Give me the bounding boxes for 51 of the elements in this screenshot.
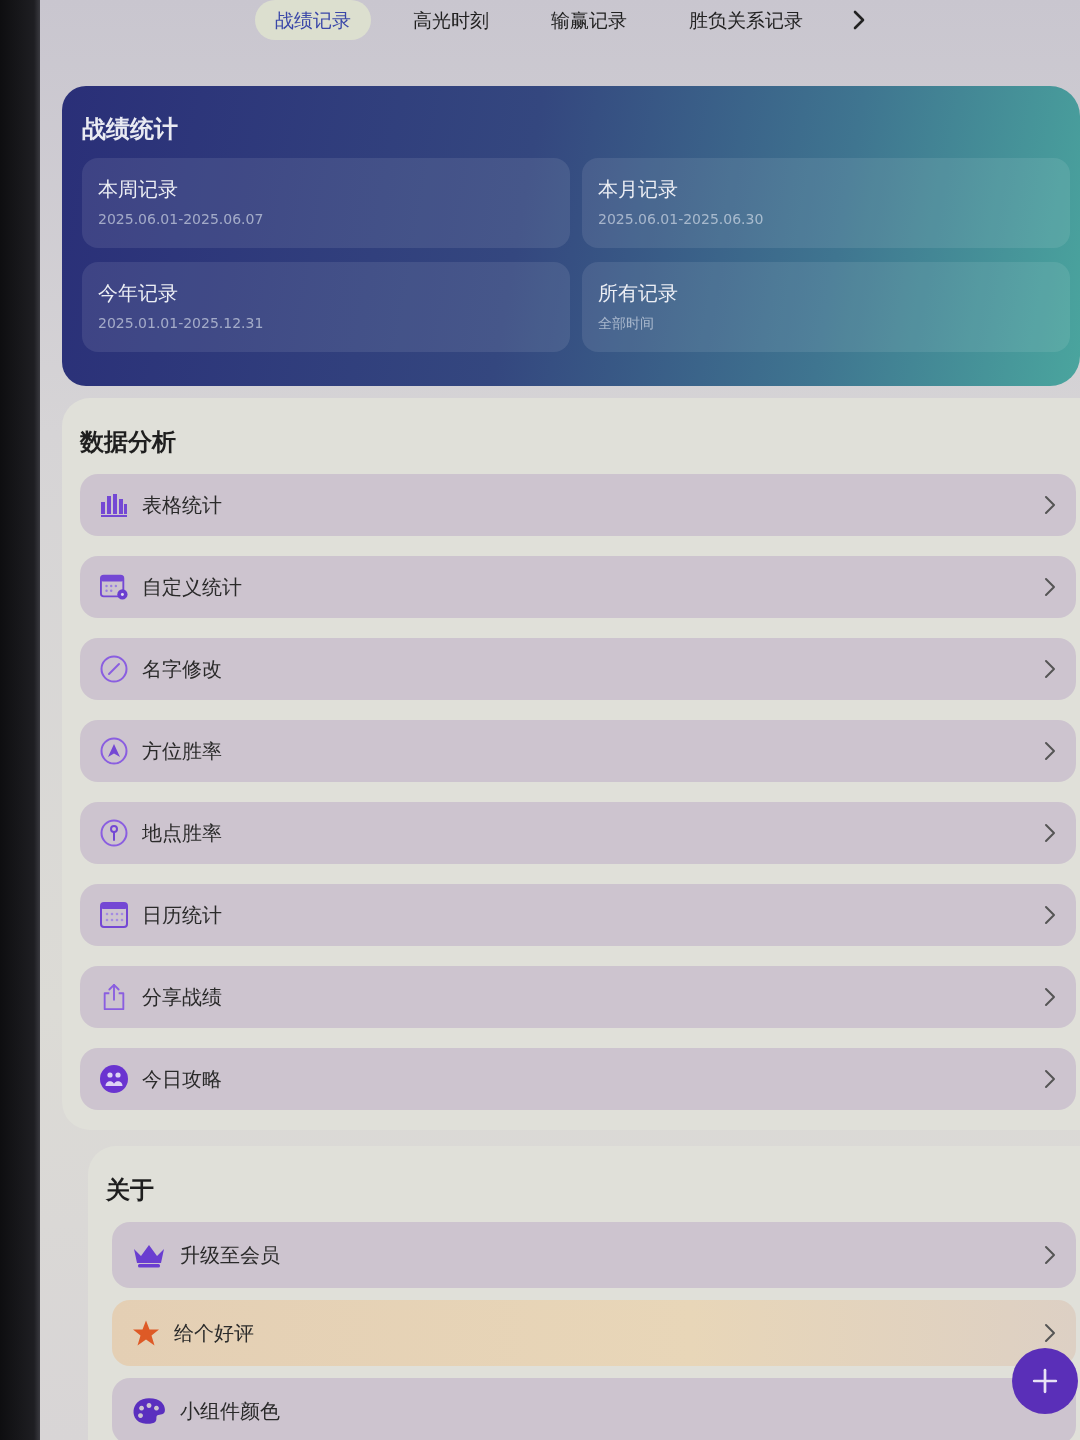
date-range: 2025.06.01-2025.06.07 [98, 210, 265, 228]
chevron-right-icon [1044, 741, 1056, 761]
tab[interactable]: 战绩记录 [255, 0, 371, 40]
chevron-right-icon [1044, 659, 1056, 679]
menu-item[interactable]: 给个好评 [112, 1300, 1076, 1366]
plus-icon [1032, 1368, 1058, 1394]
record-title: 本月记录 [598, 176, 679, 202]
record-tile[interactable]: 所有记录 全部时间 [582, 262, 1070, 352]
menu-item[interactable]: 分享战绩 [80, 966, 1076, 1028]
star-icon [132, 1319, 160, 1347]
record-tile[interactable]: 本月记录 2025.06.01-2025.06.30 [582, 158, 1070, 248]
pin-circle-icon [100, 819, 128, 847]
menu-item[interactable]: 日历统计 [80, 884, 1076, 946]
chevron-right-icon [1044, 1245, 1056, 1265]
palette-icon [132, 1397, 166, 1425]
date-range: 2025.06.01-2025.06.30 [598, 210, 765, 228]
calendar-badge-icon [100, 573, 128, 601]
tab[interactable]: 胜负关系记录 [669, 0, 823, 40]
slash-circle-icon [100, 655, 128, 683]
section-title: 关于 [106, 1175, 155, 1206]
calendar-grid-icon [100, 901, 128, 929]
chevron-right-icon [1044, 1323, 1056, 1343]
date-range: 全部时间 [598, 314, 655, 332]
menu-item[interactable]: 地点胜率 [80, 802, 1076, 864]
tab[interactable]: 输赢记录 [531, 0, 647, 40]
chevron-right-icon [1044, 905, 1056, 925]
people-icon [100, 1065, 128, 1093]
record-tile[interactable]: 本周记录 2025.06.01-2025.06.07 [82, 158, 570, 248]
bar-chart-icon [100, 491, 128, 519]
menu-item[interactable]: 名字修改 [80, 638, 1076, 700]
chevron-right-icon [1044, 1069, 1056, 1089]
record-tile[interactable]: 今年记录 2025.01.01-2025.12.31 [82, 262, 570, 352]
menu-item[interactable]: 自定义统计 [80, 556, 1076, 618]
record-title: 本周记录 [98, 176, 179, 202]
menu-item[interactable]: 方位胜率 [80, 720, 1076, 782]
tab[interactable]: 高光时刻 [393, 0, 509, 40]
menu-item[interactable]: 表格统计 [80, 474, 1076, 536]
chevron-right-icon [1044, 823, 1056, 843]
menu-item[interactable]: 升级至会员 [112, 1222, 1076, 1288]
card-title: 战绩统计 [82, 114, 179, 144]
chevron-right-icon [1044, 577, 1056, 597]
section-title: 数据分析 [80, 427, 177, 458]
menu-item[interactable]: 今日攻略 [80, 1048, 1076, 1110]
chevron-right-icon [1044, 495, 1056, 515]
menu-item[interactable]: 小组件颜色 [112, 1378, 1076, 1440]
chevron-right-icon [1044, 987, 1056, 1007]
chevron-right-icon[interactable] [853, 10, 865, 30]
date-range: 2025.01.01-2025.12.31 [98, 314, 265, 332]
record-title: 今年记录 [98, 280, 179, 306]
record-title: 所有记录 [598, 280, 679, 306]
navigation-circle-icon [100, 737, 128, 765]
